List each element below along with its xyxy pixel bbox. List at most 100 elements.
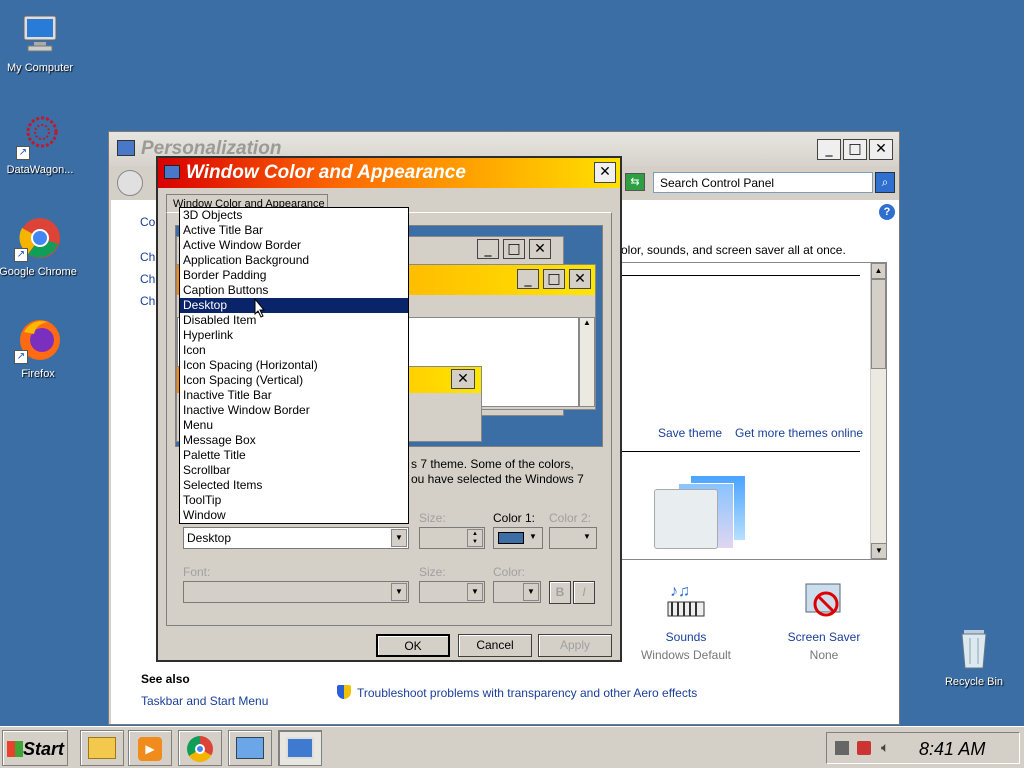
sounds-item[interactable]: ♪♫ Sounds Windows Default: [631, 580, 741, 662]
desktop-icon-chrome[interactable]: ↗ Google Chrome: [0, 214, 78, 278]
shield-icon: [337, 685, 351, 699]
shortcut-arrow-icon: ↗: [14, 350, 28, 364]
taskbar-chrome[interactable]: [178, 730, 222, 766]
desktop-icon-label: Firefox: [21, 368, 55, 380]
font-size-label: Size:: [419, 565, 446, 579]
dropdown-option[interactable]: Selected Items: [180, 478, 408, 493]
search-icon[interactable]: ⌕: [875, 172, 895, 193]
chevron-down-icon: ▼: [391, 583, 407, 601]
item-dropdown-list[interactable]: 3D Objects Active Title Bar Active Window …: [179, 207, 409, 524]
color2-picker: ▼: [549, 527, 597, 549]
dropdown-option[interactable]: Menu: [180, 418, 408, 433]
monitor-icon: [286, 737, 314, 759]
dropdown-option[interactable]: Active Title Bar: [180, 223, 408, 238]
chrome-icon: [187, 736, 213, 762]
italic-button: I: [573, 581, 595, 604]
start-label: Start: [23, 739, 65, 759]
size-label: Size:: [419, 511, 446, 525]
ok-button[interactable]: OK: [376, 634, 450, 657]
sounds-label: Sounds: [665, 630, 707, 644]
mouse-cursor-icon: [254, 297, 266, 318]
clock[interactable]: 8:41 AM: [919, 739, 985, 760]
shortcut-arrow-icon: ↗: [14, 248, 28, 262]
dropdown-option[interactable]: Application Background: [180, 253, 408, 268]
dialog-close-button[interactable]: ✕: [594, 162, 616, 183]
minimize-button[interactable]: _: [817, 139, 841, 160]
dropdown-option[interactable]: Message Box: [180, 433, 408, 448]
font-label: Font:: [183, 565, 211, 579]
taskbar-explorer[interactable]: [80, 730, 124, 766]
search-input[interactable]: Search Control Panel: [653, 172, 873, 193]
dialog-icon: [164, 165, 180, 179]
back-button[interactable]: [117, 170, 143, 196]
item-select[interactable]: Desktop ▼: [183, 527, 409, 549]
dropdown-option[interactable]: Scrollbar: [180, 463, 408, 478]
windows-logo-icon: [7, 741, 23, 757]
taskbar-media-player[interactable]: ▶: [128, 730, 172, 766]
color1-picker[interactable]: ▼: [493, 527, 543, 549]
maximize-button[interactable]: □: [843, 139, 867, 160]
cancel-button[interactable]: Cancel: [458, 634, 532, 657]
screen-saver-value: None: [809, 648, 839, 662]
sounds-value: Windows Default: [640, 648, 732, 662]
dropdown-option[interactable]: Border Padding: [180, 268, 408, 283]
see-also-heading: See also: [141, 672, 190, 686]
dropdown-option[interactable]: Hyperlink: [180, 328, 408, 343]
dropdown-option[interactable]: Icon: [180, 343, 408, 358]
theme-preview-image[interactable]: [654, 473, 750, 553]
desktop-icon-firefox[interactable]: ↗ Firefox: [0, 316, 78, 380]
note-line-2: ou have selected the Windows 7: [411, 472, 584, 486]
desktop-icon-datawagon[interactable]: ↗ DataWagon...: [0, 112, 80, 176]
dropdown-option[interactable]: Inactive Window Border: [180, 403, 408, 418]
media-player-icon: ▶: [138, 737, 162, 761]
dropdown-option[interactable]: 3D Objects: [180, 208, 408, 223]
font-select: ▼: [183, 581, 409, 603]
dropdown-option[interactable]: Desktop: [180, 298, 408, 313]
svg-text:♪♫: ♪♫: [670, 583, 690, 600]
apply-button: Apply: [538, 634, 612, 657]
taskbar: Start ▶ 🔈︎ 8:41 AM: [0, 726, 1024, 768]
description-text: olor, sounds, and screen saver all at on…: [621, 243, 846, 257]
spinner-icon: ▲ ▼: [467, 529, 483, 547]
taskbar-display[interactable]: [278, 730, 322, 766]
desktop-icon-label: Google Chrome: [0, 266, 77, 278]
close-button[interactable]: ✕: [869, 139, 893, 160]
scrollbar[interactable]: ▲ ▼: [870, 263, 887, 559]
desktop-icon-my-computer[interactable]: My Computer: [0, 10, 80, 74]
dropdown-option[interactable]: ToolTip: [180, 493, 408, 508]
control-panel-icon: [117, 140, 135, 156]
volume-icon[interactable]: 🔈︎: [881, 739, 889, 756]
font-size-select: ▼: [419, 581, 485, 603]
save-theme-link[interactable]: Save theme: [658, 426, 722, 440]
theme-list[interactable]: Save theme Get more themes online ▲ ▼: [621, 262, 887, 560]
desktop-icon-recycle-bin[interactable]: Recycle Bin: [934, 624, 1014, 688]
screen-saver-item[interactable]: Screen Saver None: [769, 580, 879, 662]
dropdown-option[interactable]: Caption Buttons: [180, 283, 408, 298]
bold-button: B: [549, 581, 571, 604]
network-icon[interactable]: [835, 741, 849, 755]
dropdown-option[interactable]: Palette Title: [180, 448, 408, 463]
chrome-icon: ↗: [14, 214, 62, 262]
chevron-down-icon: ▼: [529, 532, 537, 541]
dropdown-option[interactable]: Inactive Title Bar: [180, 388, 408, 403]
taskbar-control-panel[interactable]: [228, 730, 272, 766]
firefox-icon: ↗: [14, 316, 62, 364]
dropdown-option[interactable]: Window: [180, 508, 408, 523]
troubleshoot-link[interactable]: Troubleshoot problems with transparency …: [357, 686, 697, 700]
security-icon[interactable]: [857, 741, 871, 755]
size-spinner: ▲ ▼: [419, 527, 485, 549]
chevron-down-icon: ▼: [467, 583, 483, 601]
help-icon[interactable]: ?: [879, 204, 895, 220]
dropdown-option[interactable]: Icon Spacing (Horizontal): [180, 358, 408, 373]
chevron-down-icon: ▼: [523, 583, 539, 601]
get-more-themes-link[interactable]: Get more themes online: [735, 426, 863, 440]
taskbar-start-menu-link[interactable]: Taskbar and Start Menu: [141, 694, 268, 708]
dropdown-option[interactable]: Disabled Item: [180, 313, 408, 328]
refresh-button[interactable]: ⇆: [625, 173, 645, 191]
desktop-icon-label: My Computer: [6, 62, 74, 74]
dropdown-option[interactable]: Active Window Border: [180, 238, 408, 253]
start-button[interactable]: Start: [2, 730, 68, 766]
dialog-title-bar[interactable]: Window Color and Appearance ✕: [158, 158, 620, 188]
shortcut-arrow-icon: ↗: [16, 146, 30, 160]
dropdown-option[interactable]: Icon Spacing (Vertical): [180, 373, 408, 388]
